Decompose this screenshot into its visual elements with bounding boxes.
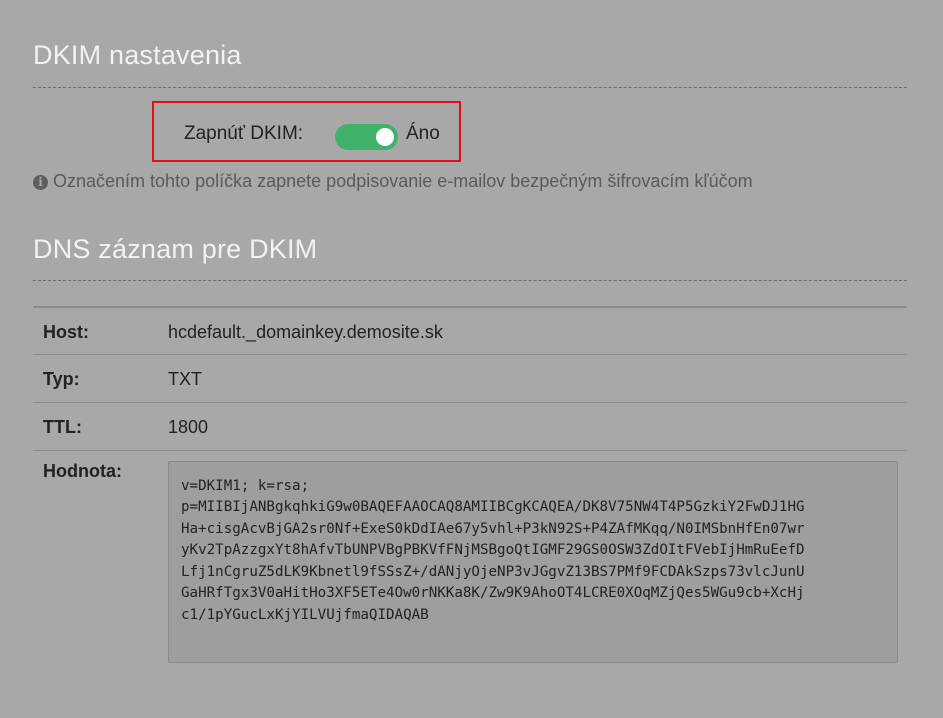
- value-line: GaHRfTgx3V0aHitHo3XF5ETe4Ow0rNKKa8K/Zw9K…: [181, 585, 805, 602]
- dns-record-title: DNS záznam pre DKIM: [33, 234, 318, 264]
- section-divider: [33, 280, 907, 281]
- host-label: Host:: [33, 306, 168, 354]
- value-label: Hodnota:: [33, 449, 168, 663]
- ttl-value: 1800: [168, 401, 907, 450]
- dkim-hint-text: Označením tohto políčka zapnete podpisov…: [53, 171, 753, 191]
- table-row-host: Host: hcdefault._domainkey.demosite.sk: [33, 306, 907, 354]
- dkim-value-textbox[interactable]: v=DKIM1; k=rsa; p=MIIBIjANBgkqhkiG9w0BAQE…: [168, 460, 898, 663]
- ttl-label: TTL:: [33, 401, 168, 450]
- dkim-toggle-state: Áno: [406, 123, 440, 144]
- value-line: p=MIIBIjANBgkqhkiG9w0BAQEFAAOCAQ8AMIIBCg…: [181, 499, 805, 516]
- type-label: Typ:: [33, 353, 168, 402]
- toggle-knob: [376, 128, 394, 146]
- value-line: Ha+cisgAcvBjGA2sr0Nf+ExeS0kDdIAe67y5vhl+…: [181, 520, 805, 537]
- value-line: v=DKIM1; k=rsa;: [181, 477, 310, 494]
- table-row-ttl: TTL: 1800: [33, 401, 907, 450]
- type-value: TXT: [168, 353, 907, 402]
- value-line: c1/1pYGucLxKjYILVUjfmaQIDAQAB: [181, 607, 429, 624]
- dkim-toggle-label: Zapnúť DKIM:: [184, 123, 304, 144]
- value-line: Lfj1nCgruZ5dLK9Kbnetl9fSSsZ+/dANjyOjeNP3…: [181, 563, 805, 580]
- table-row-type: Typ: TXT: [33, 353, 907, 402]
- dns-record-table: Host: hcdefault._domainkey.demosite.sk T…: [33, 306, 907, 663]
- info-icon: i: [33, 175, 48, 190]
- value-line: yKv2TpAzzgxYt8hAfvTbUNPVBgPBKVfFNjMSBgoQ…: [181, 542, 805, 559]
- dkim-toggle-highlight: Zapnúť DKIM: Áno: [152, 101, 461, 162]
- host-value: hcdefault._domainkey.demosite.sk: [168, 306, 907, 354]
- dkim-settings-page: DKIM nastavenia Zapnúť DKIM: Áno i Označe…: [0, 0, 943, 718]
- dkim-toggle-switch[interactable]: [335, 124, 398, 150]
- section-divider: [33, 87, 907, 88]
- dkim-settings-title: DKIM nastavenia: [33, 40, 242, 70]
- dkim-hint: i Označením tohto políčka zapnete podpiso…: [33, 171, 753, 192]
- table-row-value: Hodnota: v=DKIM1; k=rsa; p=MIIBIjANBgkqhk…: [33, 449, 907, 663]
